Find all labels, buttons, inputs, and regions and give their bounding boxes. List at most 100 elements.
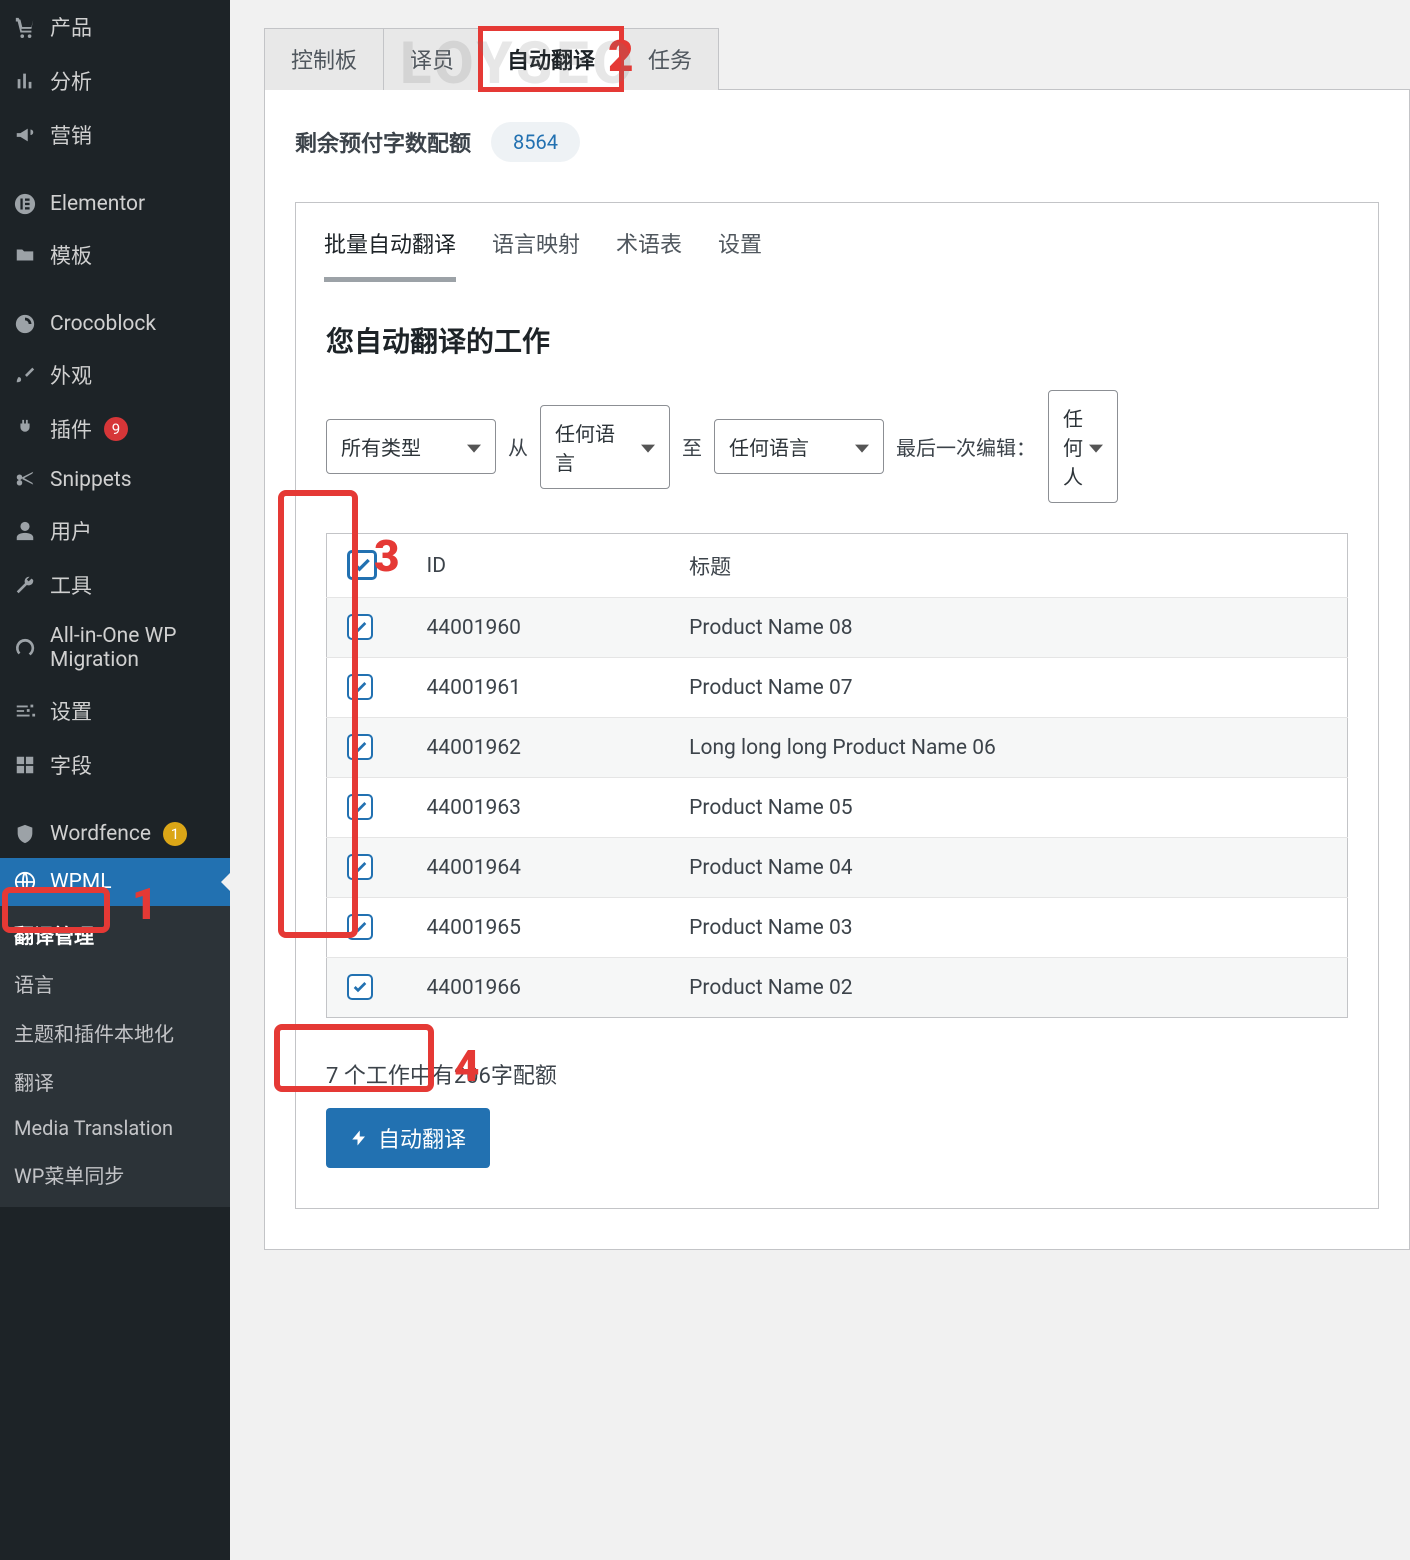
col-title: 标题: [669, 534, 1347, 598]
sidebar-item-label: Elementor: [50, 192, 145, 216]
brush-icon: [12, 364, 38, 386]
top-tab[interactable]: 译员: [383, 28, 481, 90]
filters-row: 所有类型 从 任何语言 至 任何语言 最后一次编辑： 任何人: [326, 390, 1348, 503]
wpml-submenu: 翻译管理语言主题和插件本地化翻译Media TranslationWP菜单同步: [0, 906, 230, 1207]
sidebar-item-label: 营销: [50, 120, 92, 150]
elementor-icon: [12, 193, 38, 215]
row-checkbox[interactable]: [347, 734, 373, 760]
filter-type-select[interactable]: 所有类型: [326, 419, 496, 474]
submenu-item[interactable]: 主题和插件本地化: [0, 1008, 230, 1057]
table-row: 44001966Product Name 02: [327, 958, 1348, 1018]
cart-icon: [12, 16, 38, 38]
sidebar-item-label: WPML: [50, 870, 112, 894]
row-title: Product Name 07: [669, 658, 1347, 718]
subtab[interactable]: 批量自动翻译: [324, 227, 456, 282]
subtab[interactable]: 设置: [718, 227, 762, 282]
jobs-summary: 7 个工作中有206字配额: [326, 1058, 1348, 1090]
row-id: 44001963: [407, 778, 670, 838]
table-row: 44001961Product Name 07: [327, 658, 1348, 718]
quota-row: 剩余预付字数配额 8564: [295, 122, 1379, 162]
row-id: 44001961: [407, 658, 670, 718]
subtab[interactable]: 术语表: [616, 227, 682, 282]
shield-icon: [12, 823, 38, 845]
sidebar-item-label: 模板: [50, 240, 92, 270]
sidebar-item-label: 字段: [50, 750, 92, 780]
grid-icon: [12, 754, 38, 776]
sidebar-item-label: 用户: [50, 516, 92, 546]
subtab[interactable]: 语言映射: [492, 227, 580, 282]
table-row: 44001965Product Name 03: [327, 898, 1348, 958]
row-checkbox[interactable]: [347, 674, 373, 700]
sidebar-item-label: 产品: [50, 12, 92, 42]
filter-to-lang-select[interactable]: 任何语言: [714, 419, 884, 474]
submenu-item[interactable]: 语言: [0, 959, 230, 1008]
globe-icon: [12, 871, 38, 893]
row-title: Long long long Product Name 06: [669, 718, 1347, 778]
sidebar-item-shield[interactable]: Wordfence1: [0, 810, 230, 858]
megaphone-icon: [12, 124, 38, 146]
sidebar-item-spinner[interactable]: All-in-One WP Migration: [0, 612, 230, 684]
quota-value[interactable]: 8564: [491, 122, 580, 162]
sidebar-item-label: 插件: [50, 414, 92, 444]
sidebar-item-user[interactable]: 用户: [0, 504, 230, 558]
sidebar-item-label: Snippets: [50, 468, 132, 492]
check-icon: [352, 555, 372, 575]
sidebar-item-plug[interactable]: 插件9: [0, 402, 230, 456]
table-row: 44001963Product Name 05: [327, 778, 1348, 838]
top-tab[interactable]: 控制板: [264, 28, 384, 90]
check-icon: [352, 979, 368, 995]
sidebar-item-grid[interactable]: 字段: [0, 738, 230, 792]
row-title: Product Name 02: [669, 958, 1347, 1018]
row-title: Product Name 04: [669, 838, 1347, 898]
from-label: 从: [508, 432, 528, 461]
filter-last-edit-select[interactable]: 任何人: [1048, 390, 1118, 503]
sidebar-item-wrench[interactable]: 工具: [0, 558, 230, 612]
sidebar-item-brush[interactable]: 外观: [0, 348, 230, 402]
sidebar-item-label: Wordfence: [50, 822, 151, 846]
sidebar-item-cart[interactable]: 产品: [0, 0, 230, 54]
col-id: ID: [407, 534, 670, 598]
table-row: 44001964Product Name 04: [327, 838, 1348, 898]
row-checkbox[interactable]: [347, 854, 373, 880]
row-checkbox[interactable]: [347, 794, 373, 820]
submenu-item[interactable]: WP菜单同步: [0, 1150, 230, 1199]
row-title: Product Name 08: [669, 598, 1347, 658]
plug-icon: [12, 418, 38, 440]
check-icon: [352, 919, 368, 935]
quota-label: 剩余预付字数配额: [295, 126, 471, 158]
folder-icon: [12, 244, 38, 266]
auto-translate-button[interactable]: 自动翻译: [326, 1108, 490, 1168]
sidebar-item-megaphone[interactable]: 营销: [0, 108, 230, 162]
sidebar-item-label: 设置: [50, 696, 92, 726]
submenu-item[interactable]: 翻译管理: [0, 910, 230, 959]
row-checkbox[interactable]: [347, 914, 373, 940]
bolt-icon: [350, 1127, 368, 1149]
sidebar-item-sliders[interactable]: 设置: [0, 684, 230, 738]
jobs-table: ID 标题 44001960Product Name 0844001961Pro…: [326, 533, 1348, 1018]
croco-icon: [12, 313, 38, 335]
sidebar-item-bars[interactable]: 分析: [0, 54, 230, 108]
row-title: Product Name 05: [669, 778, 1347, 838]
submenu-item[interactable]: 翻译: [0, 1057, 230, 1106]
sidebar-item-scissors[interactable]: Snippets: [0, 456, 230, 504]
to-label: 至: [682, 432, 702, 461]
check-icon: [352, 859, 368, 875]
sidebar-item-folder[interactable]: 模板: [0, 228, 230, 282]
sidebar-item-globe[interactable]: WPML: [0, 858, 230, 906]
admin-sidebar: 产品分析营销 Elementor 模板 Crocoblock外观插件9 Snippets…: [0, 0, 230, 1560]
main-content: 控制板译员自动翻译任务 剩余预付字数配额 8564 批量自动翻译语言映射术语表设…: [230, 0, 1410, 1560]
top-tab[interactable]: 自动翻译: [480, 28, 622, 90]
filter-from-lang-select[interactable]: 任何语言: [540, 405, 670, 489]
sidebar-item-croco[interactable]: Crocoblock: [0, 300, 230, 348]
check-icon: [352, 739, 368, 755]
sliders-icon: [12, 700, 38, 722]
subtabs: 批量自动翻译语言映射术语表设置: [296, 203, 1378, 282]
sidebar-item-label: 分析: [50, 66, 92, 96]
sidebar-item-elementor[interactable]: Elementor: [0, 180, 230, 228]
submenu-item[interactable]: Media Translation: [0, 1106, 230, 1150]
row-checkbox[interactable]: [347, 614, 373, 640]
top-tab[interactable]: 任务: [621, 28, 719, 90]
row-checkbox[interactable]: [347, 974, 373, 1000]
wrench-icon: [12, 574, 38, 596]
select-all-checkbox[interactable]: [347, 550, 377, 580]
